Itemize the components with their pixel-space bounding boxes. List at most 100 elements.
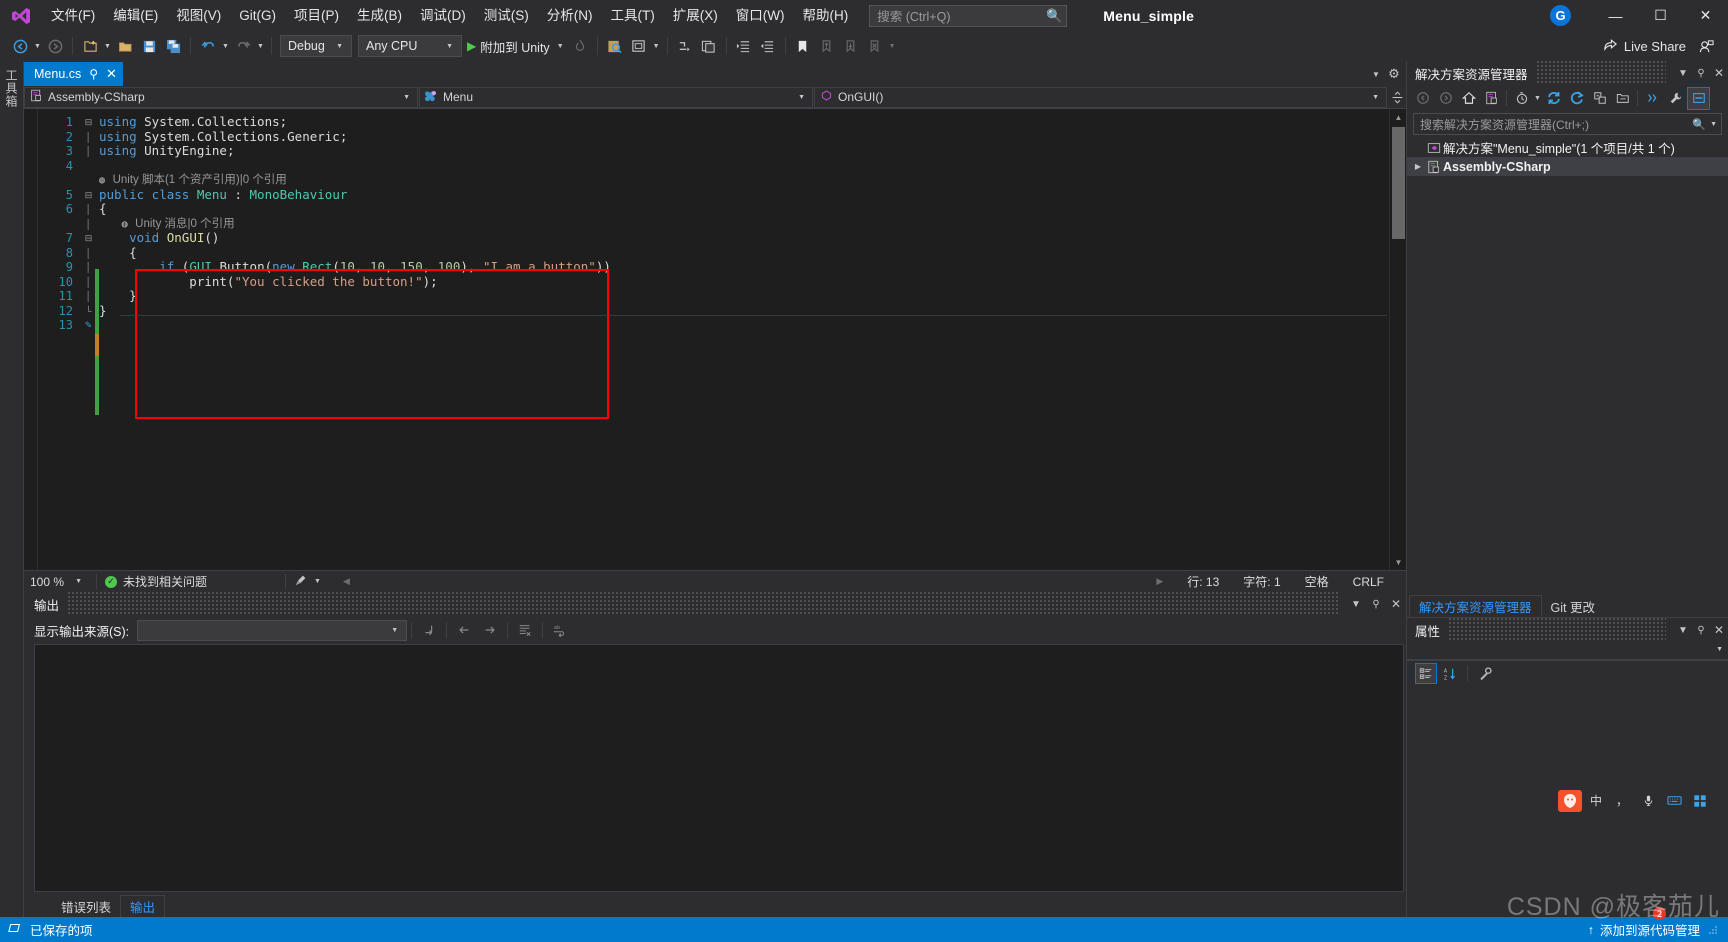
step-over-icon[interactable]	[673, 34, 697, 58]
ime-keyboard-icon[interactable]	[1662, 790, 1686, 812]
property-pages-icon[interactable]	[1474, 663, 1496, 684]
scroll-up-icon[interactable]: ▲	[1390, 109, 1407, 125]
menu-tools[interactable]: 工具(T)	[602, 2, 664, 30]
preview-selected-icon[interactable]	[1687, 86, 1710, 110]
menu-extensions[interactable]: 扩展(X)	[664, 2, 727, 30]
properties-icon[interactable]	[1641, 87, 1664, 110]
history-dropdown-icon[interactable]: ▼	[1533, 86, 1542, 110]
chevron-down-icon[interactable]: ▼	[1706, 121, 1717, 128]
fold-marker[interactable]: ⊟	[82, 115, 95, 130]
window-layout-dropdown-icon[interactable]: ▼	[651, 34, 662, 58]
output-source-combo[interactable]: ▼	[137, 619, 408, 641]
toolbox-strip[interactable]: 工具箱	[0, 61, 24, 917]
bookmark-icon[interactable]	[791, 34, 815, 58]
window-position-icon[interactable]: ▼	[1674, 62, 1692, 84]
properties-object-combo[interactable]: ▼	[1407, 642, 1728, 660]
tree-expander[interactable]: ▶	[1411, 162, 1425, 171]
solution-explorer-search-input[interactable]: 搜索解决方案资源管理器(Ctrl+;) 🔍 ▼	[1413, 113, 1722, 135]
menu-file[interactable]: 文件(F)	[42, 2, 104, 30]
tree-row-solution[interactable]: 解决方案"Menu_simple"(1 个项目/共 1 个)	[1407, 138, 1728, 157]
zoom-level-combo[interactable]: 100 % ▼	[24, 575, 88, 589]
home-icon[interactable]	[1457, 87, 1480, 110]
navigate-backward-dropdown-icon[interactable]: ▼	[32, 34, 43, 58]
jump-to-location-icon[interactable]	[416, 618, 442, 642]
dock-tab-solution-explorer[interactable]: 解决方案资源管理器	[1409, 595, 1542, 617]
scroll-thumb[interactable]	[1392, 127, 1405, 239]
live-share-button[interactable]: Live Share	[1595, 34, 1694, 58]
close-tab-icon[interactable]: ✕	[106, 66, 117, 82]
attach-to-unity-button[interactable]: ▶ 附加到 Unity ▼	[465, 34, 568, 58]
drag-grip[interactable]	[1448, 618, 1666, 642]
close-icon[interactable]: ✕	[1710, 62, 1728, 84]
solution-explorer-tree[interactable]: 解决方案"Menu_simple"(1 个项目/共 1 个) ▶ Assembl…	[1407, 138, 1728, 593]
close-icon[interactable]: ✕	[1710, 619, 1728, 641]
active-files-dropdown-icon[interactable]: ▼	[1368, 64, 1384, 84]
scroll-down-icon[interactable]: ▼	[1390, 554, 1407, 570]
solution-configuration-combo[interactable]: Debug ▼	[280, 35, 352, 57]
previous-message-icon[interactable]	[451, 618, 477, 642]
window-layout-icon[interactable]	[627, 34, 651, 58]
issues-indicator[interactable]: ✓ 未找到相关问题	[105, 573, 207, 590]
comment-selection-icon[interactable]	[697, 34, 721, 58]
pin-icon[interactable]: ⚲	[89, 67, 98, 81]
split-editor-icon[interactable]	[1388, 91, 1406, 104]
menu-view[interactable]: 视图(V)	[167, 2, 230, 30]
undo-icon[interactable]	[196, 34, 220, 58]
code-editor[interactable]: 1 ⊟ using System.Collections; 2 │ using Syst…	[38, 109, 1389, 570]
pin-icon[interactable]: ⚲	[1692, 619, 1710, 641]
scroll-left-icon[interactable]: ◀	[343, 576, 350, 587]
toolbar-overflow-icon[interactable]: ▼	[887, 34, 898, 58]
categorized-icon[interactable]	[1415, 663, 1437, 684]
menu-help[interactable]: 帮助(H)	[793, 2, 857, 30]
output-text-area[interactable]	[34, 644, 1404, 892]
ime-toolbar[interactable]: 中 ，	[1554, 786, 1716, 815]
pending-changes-filter-icon[interactable]	[1480, 87, 1503, 110]
code-cleanup-control[interactable]: ▼	[294, 574, 321, 590]
menu-build[interactable]: 生成(B)	[348, 2, 411, 30]
close-button[interactable]: ✕	[1683, 0, 1728, 31]
gear-icon[interactable]: ⚙	[1386, 64, 1402, 84]
alphabetical-icon[interactable]: AZ	[1439, 663, 1461, 684]
sync-icon[interactable]	[1542, 87, 1565, 110]
search-icon[interactable]: 🔍	[1688, 118, 1706, 131]
sogou-ime-logo-icon[interactable]	[1558, 789, 1582, 812]
save-icon[interactable]	[137, 34, 161, 58]
menu-test[interactable]: 测试(S)	[475, 2, 538, 30]
resize-grip-icon[interactable]	[1706, 924, 1718, 936]
save-all-icon[interactable]	[161, 34, 185, 58]
show-all-files-icon[interactable]	[1611, 87, 1634, 110]
dock-tab-git-changes[interactable]: Git 更改	[1542, 595, 1604, 617]
tab-output[interactable]: 输出	[120, 895, 166, 917]
pin-icon[interactable]: ⚲	[1366, 593, 1386, 615]
toggle-word-wrap-icon[interactable]: ab	[547, 618, 573, 642]
menu-analyze[interactable]: 分析(N)	[538, 2, 602, 30]
drag-grip[interactable]	[1535, 61, 1666, 85]
account-avatar[interactable]: G	[1550, 5, 1571, 26]
solution-platform-combo[interactable]: Any CPU ▼	[358, 35, 462, 57]
ime-voice-input-icon[interactable]	[1636, 790, 1660, 812]
upload-icon[interactable]: ↑	[1588, 923, 1594, 937]
fold-marker[interactable]: ⊟	[82, 231, 95, 246]
search-input[interactable]: 搜索 (Ctrl+Q) 🔍	[869, 4, 1068, 27]
increase-indent-icon[interactable]	[732, 34, 756, 58]
window-position-icon[interactable]: ▼	[1674, 619, 1692, 641]
source-control-label[interactable]: 添加到源代码管理	[1600, 920, 1700, 939]
menu-debug[interactable]: 调试(D)	[411, 2, 475, 30]
fold-marker[interactable]: ⊟	[82, 188, 95, 203]
navbar-member-combo[interactable]: OnGUI() ▼	[814, 86, 1387, 108]
navbar-project-combo[interactable]: Assembly-CSharp ▼	[24, 86, 418, 108]
next-message-icon[interactable]	[477, 618, 503, 642]
refresh-icon[interactable]	[1565, 87, 1588, 110]
undo-dropdown-icon[interactable]: ▼	[220, 34, 231, 58]
open-file-icon[interactable]	[113, 34, 137, 58]
quick-actions-icon[interactable]: ✎	[82, 318, 95, 333]
window-position-icon[interactable]: ▼	[1346, 593, 1366, 615]
collapse-all-icon[interactable]	[1588, 87, 1611, 110]
history-icon[interactable]	[1510, 87, 1533, 110]
tab-error-list[interactable]: 错误列表	[52, 895, 120, 917]
new-project-dropdown-icon[interactable]: ▼	[102, 34, 113, 58]
editor-vertical-scrollbar[interactable]: ▲ ▼	[1389, 109, 1406, 570]
document-tab-menu-cs[interactable]: Menu.cs ⚲ ✕	[24, 62, 123, 86]
ime-mode-chinese[interactable]: 中	[1584, 790, 1608, 812]
navbar-type-combo[interactable]: Menu ▼	[419, 86, 813, 108]
